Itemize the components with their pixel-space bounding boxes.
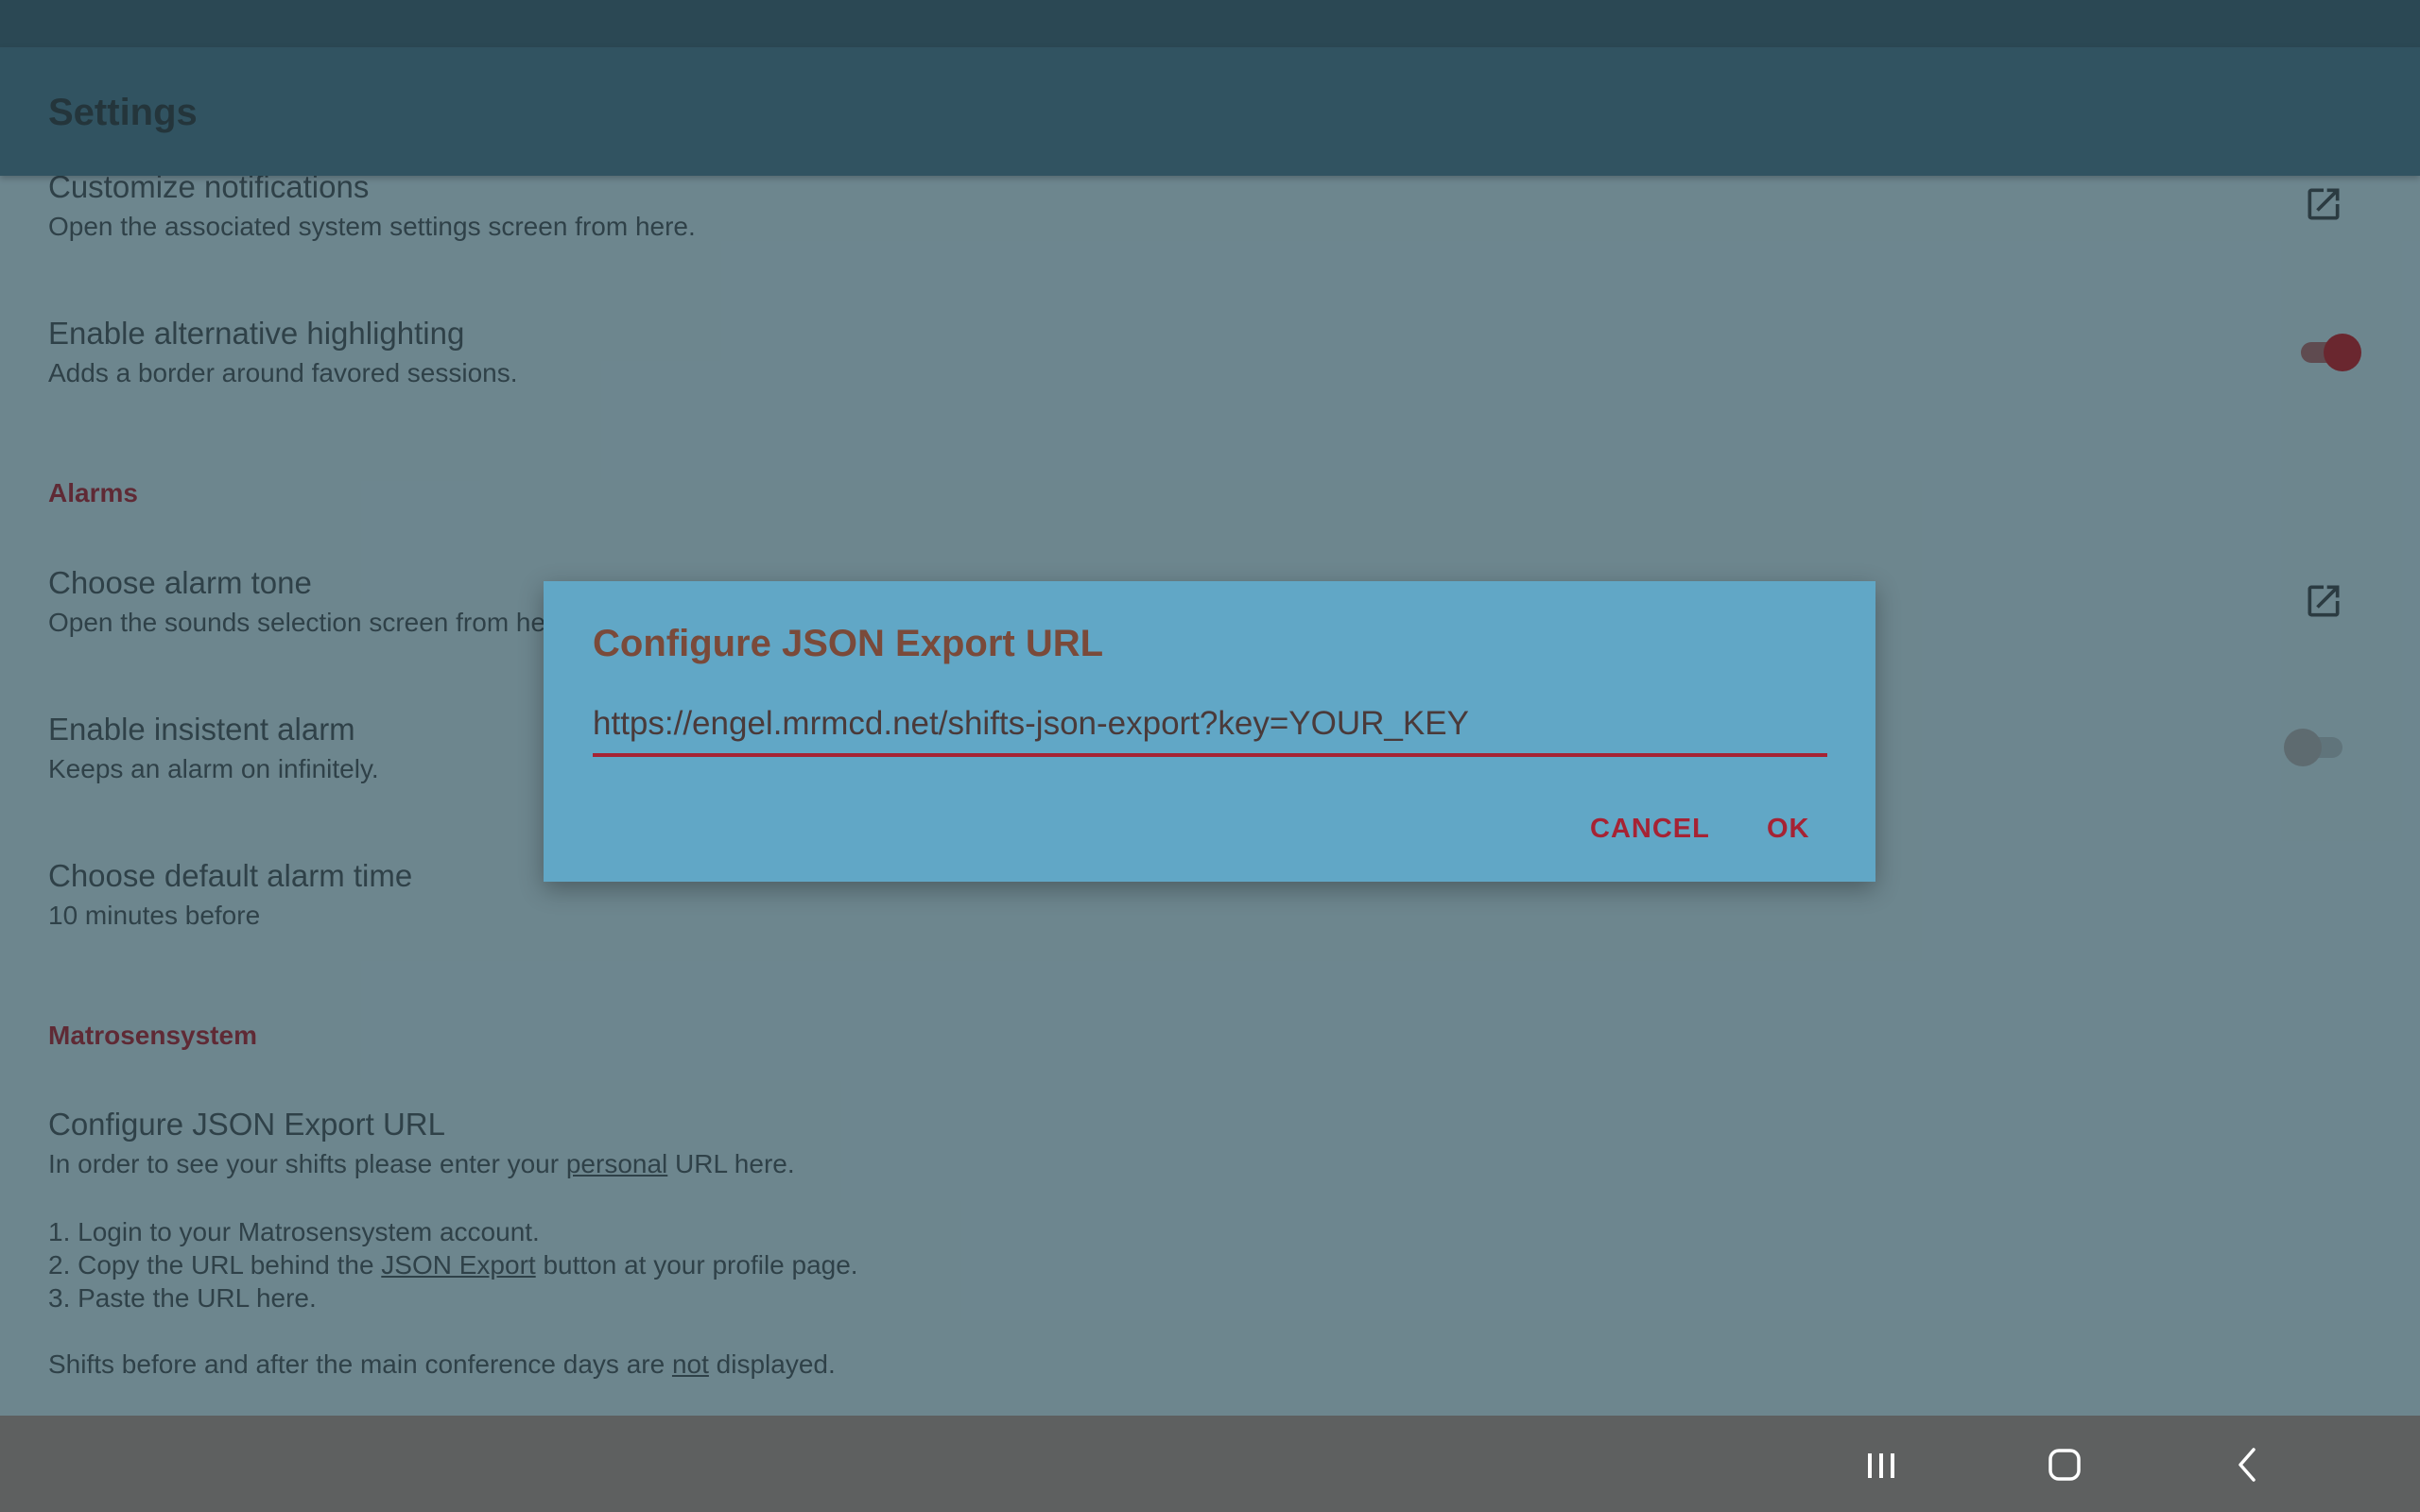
cancel-button[interactable]: CANCEL — [1581, 808, 1720, 850]
ok-button[interactable]: OK — [1757, 808, 1820, 850]
url-input[interactable] — [593, 695, 1827, 757]
home-icon[interactable] — [2034, 1435, 2095, 1495]
navigation-bar — [0, 1416, 2420, 1512]
dialog-title: Configure JSON Export URL — [593, 623, 1104, 664]
json-export-dialog: Configure JSON Export URL CANCEL OK — [544, 581, 1876, 882]
back-icon[interactable] — [2218, 1435, 2278, 1495]
recent-apps-icon[interactable] — [1851, 1435, 1911, 1495]
